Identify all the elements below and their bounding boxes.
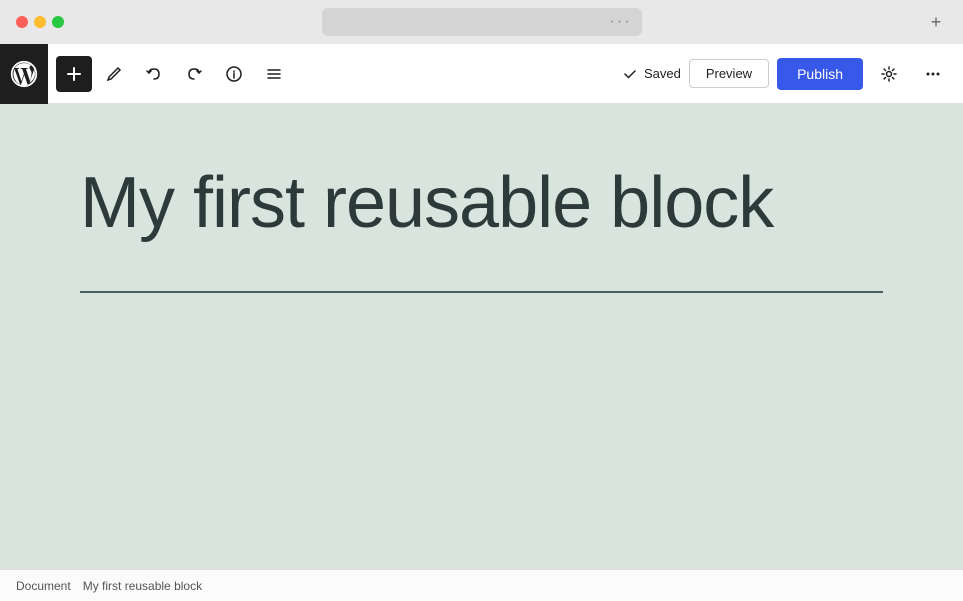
main-content: My first reusable block Document My firs… bbox=[0, 104, 963, 601]
address-bar-container: ··· bbox=[322, 8, 642, 36]
divider bbox=[80, 291, 883, 293]
add-block-button[interactable] bbox=[56, 56, 92, 92]
address-bar[interactable]: ··· bbox=[322, 8, 642, 36]
list-view-button[interactable] bbox=[256, 56, 292, 92]
maximize-button[interactable] bbox=[52, 16, 64, 28]
info-button[interactable] bbox=[216, 56, 252, 92]
gear-icon bbox=[880, 65, 898, 83]
list-view-icon bbox=[265, 65, 283, 83]
document-label: Document bbox=[16, 579, 71, 593]
undo-button[interactable] bbox=[136, 56, 172, 92]
title-bar-right: + bbox=[925, 11, 947, 33]
traffic-lights bbox=[16, 16, 64, 28]
edit-button[interactable] bbox=[96, 56, 132, 92]
canvas-area: My first reusable block bbox=[0, 104, 963, 293]
page-title[interactable]: My first reusable block bbox=[80, 164, 840, 243]
more-options-button[interactable] bbox=[915, 56, 951, 92]
toolbar: Saved Preview Publish bbox=[0, 44, 963, 104]
info-icon bbox=[225, 65, 243, 83]
wordpress-logo[interactable] bbox=[0, 44, 48, 104]
toolbar-right: Saved Preview Publish bbox=[622, 56, 951, 92]
title-bar: ‹ › ··· + bbox=[0, 0, 963, 44]
saved-label: Saved bbox=[644, 66, 681, 81]
edit-icon bbox=[105, 65, 123, 83]
ellipsis-icon bbox=[924, 65, 942, 83]
wp-logo-icon bbox=[10, 60, 38, 88]
address-bar-dots: ··· bbox=[610, 13, 632, 31]
saved-status: Saved bbox=[622, 66, 681, 82]
close-button[interactable] bbox=[16, 16, 28, 28]
preview-button[interactable]: Preview bbox=[689, 59, 769, 88]
mini-page-title: My first reusable block bbox=[83, 579, 202, 593]
canvas-wrapper: My first reusable block bbox=[80, 164, 883, 293]
minimize-button[interactable] bbox=[34, 16, 46, 28]
new-tab-button[interactable]: + bbox=[925, 11, 947, 33]
toolbar-left bbox=[56, 56, 292, 92]
settings-button[interactable] bbox=[871, 56, 907, 92]
redo-button[interactable] bbox=[176, 56, 212, 92]
publish-button[interactable]: Publish bbox=[777, 58, 863, 90]
check-icon bbox=[622, 66, 638, 82]
bottom-panel: Document My first reusable block bbox=[0, 569, 963, 601]
undo-icon bbox=[145, 65, 163, 83]
redo-icon bbox=[185, 65, 203, 83]
plus-icon bbox=[65, 65, 83, 83]
